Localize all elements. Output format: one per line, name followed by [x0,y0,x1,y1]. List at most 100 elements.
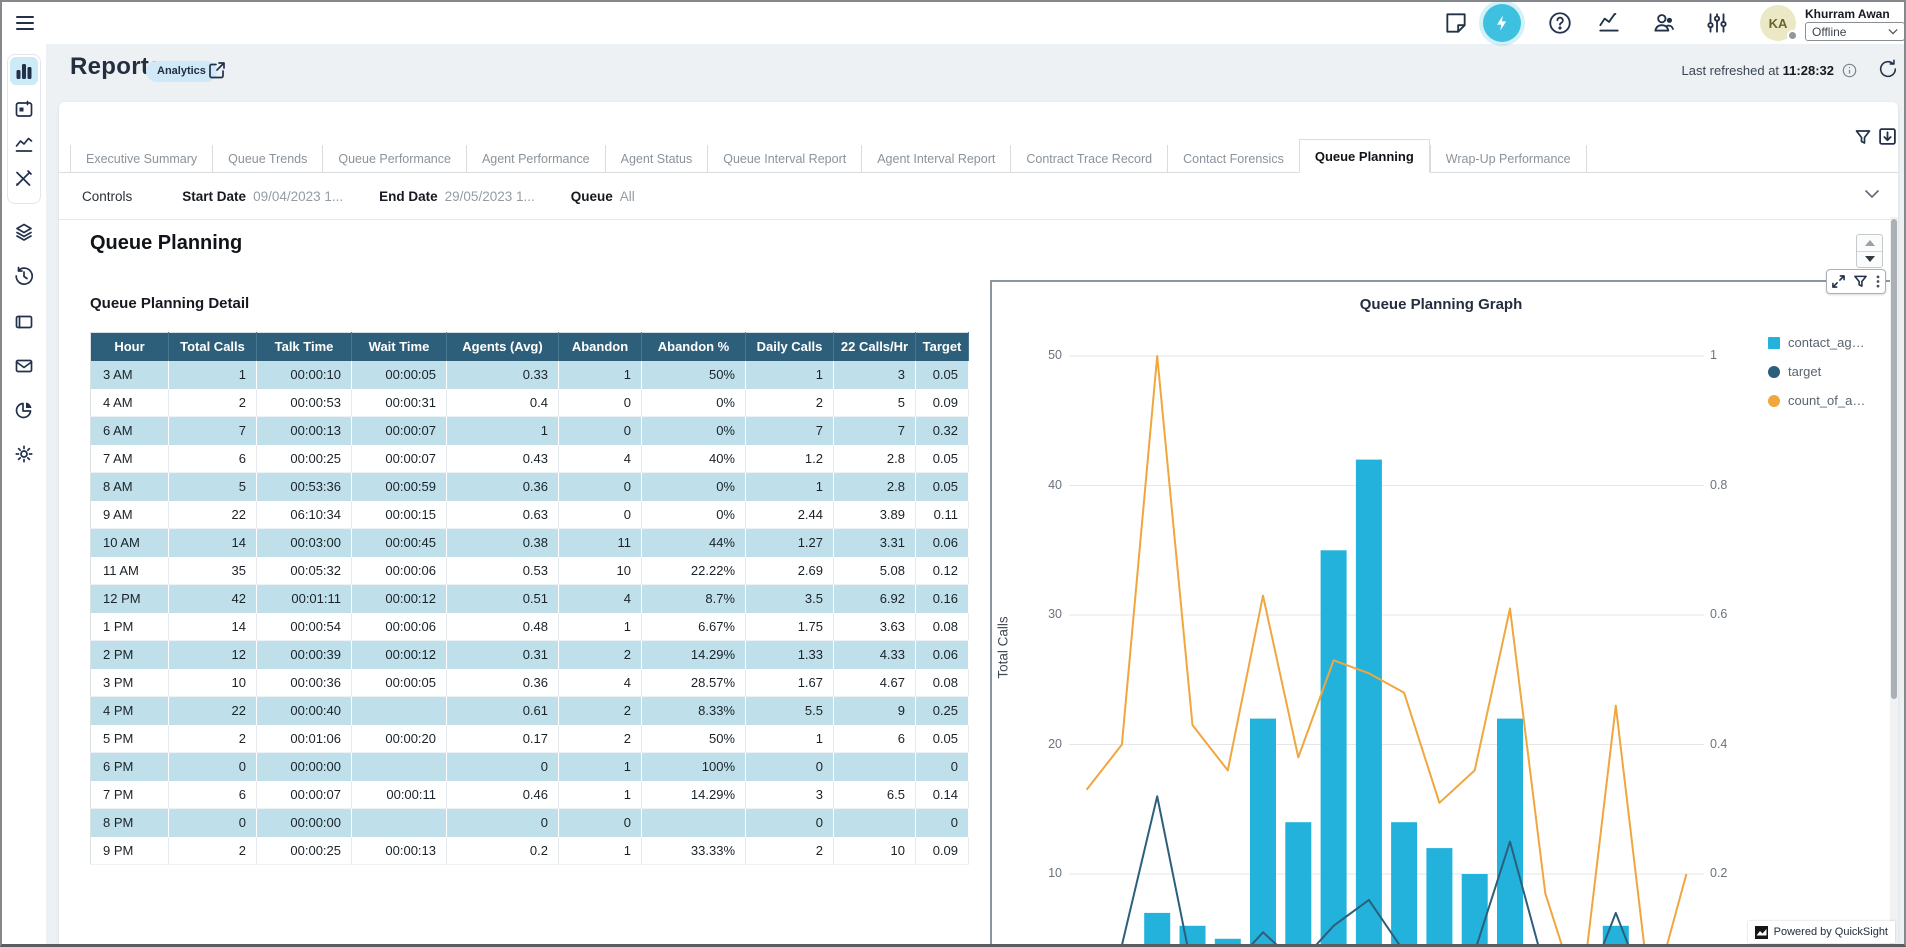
bar-11-am[interactable] [1321,550,1347,947]
control-filter-start-date[interactable]: Start Date09/04/2023 1... [182,189,343,204]
hamburger-menu-icon[interactable] [13,11,37,35]
bar-10-am[interactable] [1285,822,1311,947]
settings-sliders-icon[interactable] [1704,10,1730,36]
table-row[interactable]: 4 PM2200:00:400.6128.33%5.590.25 [91,697,969,725]
table-row[interactable]: 4 AM200:00:5300:00:310.400%250.09 [91,389,969,417]
line-series-count-of-a[interactable] [1087,356,1687,947]
expand-icon[interactable] [1832,275,1845,288]
column-header-agents-avg[interactable]: Agents (Avg) [447,333,559,361]
value-cell: 00:00:25 [257,837,352,865]
column-header-wait-time[interactable]: Wait Time [352,333,447,361]
combo-chart[interactable] [1069,344,1704,947]
value-cell: 33.33% [642,837,746,865]
table-row[interactable]: 7 AM600:00:2500:00:070.43440%1.22.80.05 [91,445,969,473]
value-cell: 00:00:15 [352,501,447,529]
y-left-tick: 20 [1030,737,1062,752]
pie-chart-icon[interactable] [14,400,34,420]
scrollbar-thumb[interactable] [1891,219,1897,699]
table-row[interactable]: 7 PM600:00:0700:00:110.46114.29%36.50.14 [91,781,969,809]
table-row[interactable]: 12 PM4200:01:1100:00:120.5148.7%3.56.920… [91,585,969,613]
envelope-icon[interactable] [14,356,34,376]
legend-item-target[interactable]: target [1768,357,1865,386]
table-row[interactable]: 11 AM3500:05:3200:00:060.531022.22%2.695… [91,557,969,585]
kebab-menu-icon[interactable] [1876,275,1880,288]
bar-4-pm[interactable] [1497,719,1523,947]
table-row[interactable]: 9 AM2206:10:3400:00:150.6300%2.443.890.1… [91,501,969,529]
agents-icon[interactable] [1650,10,1678,36]
gear-icon[interactable] [14,444,34,464]
column-header-target[interactable]: Target [916,333,969,361]
bar-3-pm[interactable] [1462,874,1488,947]
status-select[interactable]: Offline [1805,22,1905,41]
tab-contact-forensics[interactable]: Contact Forensics [1167,145,1299,173]
table-row[interactable]: 3 AM100:00:1000:00:050.33150%130.05 [91,361,969,389]
column-header-22-calls-hr[interactable]: 22 Calls/Hr [834,333,916,361]
table-row[interactable]: 6 AM700:00:1300:00:07100%770.32 [91,417,969,445]
value-cell: 22.22% [642,557,746,585]
filter-icon[interactable] [1854,275,1867,288]
table-row[interactable]: 9 PM200:00:2500:00:130.2133.33%2100.09 [91,837,969,865]
value-cell: 0.17 [447,725,559,753]
column-header-total-calls[interactable]: Total Calls [169,333,257,361]
bar-2-pm[interactable] [1426,848,1452,947]
window-icon[interactable] [14,312,34,332]
tab-queue-performance[interactable]: Queue Performance [322,145,466,173]
calendar-icon[interactable] [14,99,34,119]
table-row[interactable]: 3 PM1000:00:3600:00:050.36428.57%1.674.6… [91,669,969,697]
table-row[interactable]: 10 AM1400:03:0000:00:450.381144%1.273.31… [91,529,969,557]
external-link-icon[interactable] [207,60,227,80]
bar-9-am[interactable] [1250,719,1276,947]
control-filter-end-date[interactable]: End Date29/05/2023 1... [379,189,535,204]
column-header-daily-calls[interactable]: Daily Calls [746,333,834,361]
tab-wrap-up-performance[interactable]: Wrap-Up Performance [1430,145,1587,173]
tab-executive-summary[interactable]: Executive Summary [70,145,212,173]
bar-chart-icon[interactable] [14,61,34,81]
design-icon[interactable] [14,168,34,188]
y-left-tick: 30 [1030,607,1062,622]
lightning-bolt-icon[interactable] [1483,4,1521,42]
tab-queue-planning[interactable]: Queue Planning [1299,139,1430,173]
table-row[interactable]: 1 PM1400:00:5400:00:060.4816.67%1.753.63… [91,613,969,641]
value-cell: 00:00:59 [352,473,447,501]
info-icon[interactable] [1842,63,1857,78]
table-row[interactable]: 2 PM1200:00:3900:00:120.31214.29%1.334.3… [91,641,969,669]
tab-agent-interval-report[interactable]: Agent Interval Report [861,145,1010,173]
bar-6-am[interactable] [1144,913,1170,947]
step-up-button[interactable] [1857,235,1882,251]
tab-agent-performance[interactable]: Agent Performance [466,145,605,173]
bar-1-pm[interactable] [1391,822,1417,947]
value-cell: 8.33% [642,697,746,725]
control-filter-queue[interactable]: QueueAll [571,189,635,204]
legend-item-contact-ag[interactable]: contact_ag… [1768,328,1865,357]
line-chart-icon[interactable] [14,134,34,154]
value-cell: 42 [169,585,257,613]
column-header-hour[interactable]: Hour [91,333,169,361]
table-row[interactable]: 8 AM500:53:3600:00:590.3600%12.80.05 [91,473,969,501]
avatar[interactable]: KA [1760,5,1796,41]
table-row[interactable]: 6 PM000:00:0001100%00 [91,753,969,781]
hour-cell: 9 PM [91,837,169,865]
tab-queue-interval-report[interactable]: Queue Interval Report [707,145,861,173]
bar-8-am[interactable] [1215,939,1241,947]
note-icon[interactable] [1443,10,1469,36]
layers-icon[interactable] [14,222,34,242]
chart-panel[interactable]: Queue Planning Graph contact_ag…targetco… [990,280,1892,947]
column-header-abandon[interactable]: Abandon % [642,333,746,361]
legend-item-count-of-a[interactable]: count_of_a… [1768,386,1865,415]
refresh-icon[interactable] [1877,58,1899,80]
table-row[interactable]: 5 PM200:01:0600:00:200.17250%160.05 [91,725,969,753]
help-icon[interactable] [1547,10,1573,36]
column-header-talk-time[interactable]: Talk Time [257,333,352,361]
column-header-abandon[interactable]: Abandon [559,333,642,361]
tab-contract-trace-record[interactable]: Contract Trace Record [1010,145,1167,173]
value-cell: 6.5 [834,781,916,809]
bar-12-pm[interactable] [1356,460,1382,947]
value-cell: 10 [834,837,916,865]
tab-agent-status[interactable]: Agent Status [605,145,708,173]
history-icon[interactable] [14,266,34,286]
step-down-button[interactable] [1857,251,1882,268]
table-row[interactable]: 8 PM000:00:000000 [91,809,969,837]
tab-queue-trends[interactable]: Queue Trends [212,145,322,173]
insights-icon[interactable] [1596,10,1622,36]
chevron-down-icon[interactable] [1864,189,1880,205]
